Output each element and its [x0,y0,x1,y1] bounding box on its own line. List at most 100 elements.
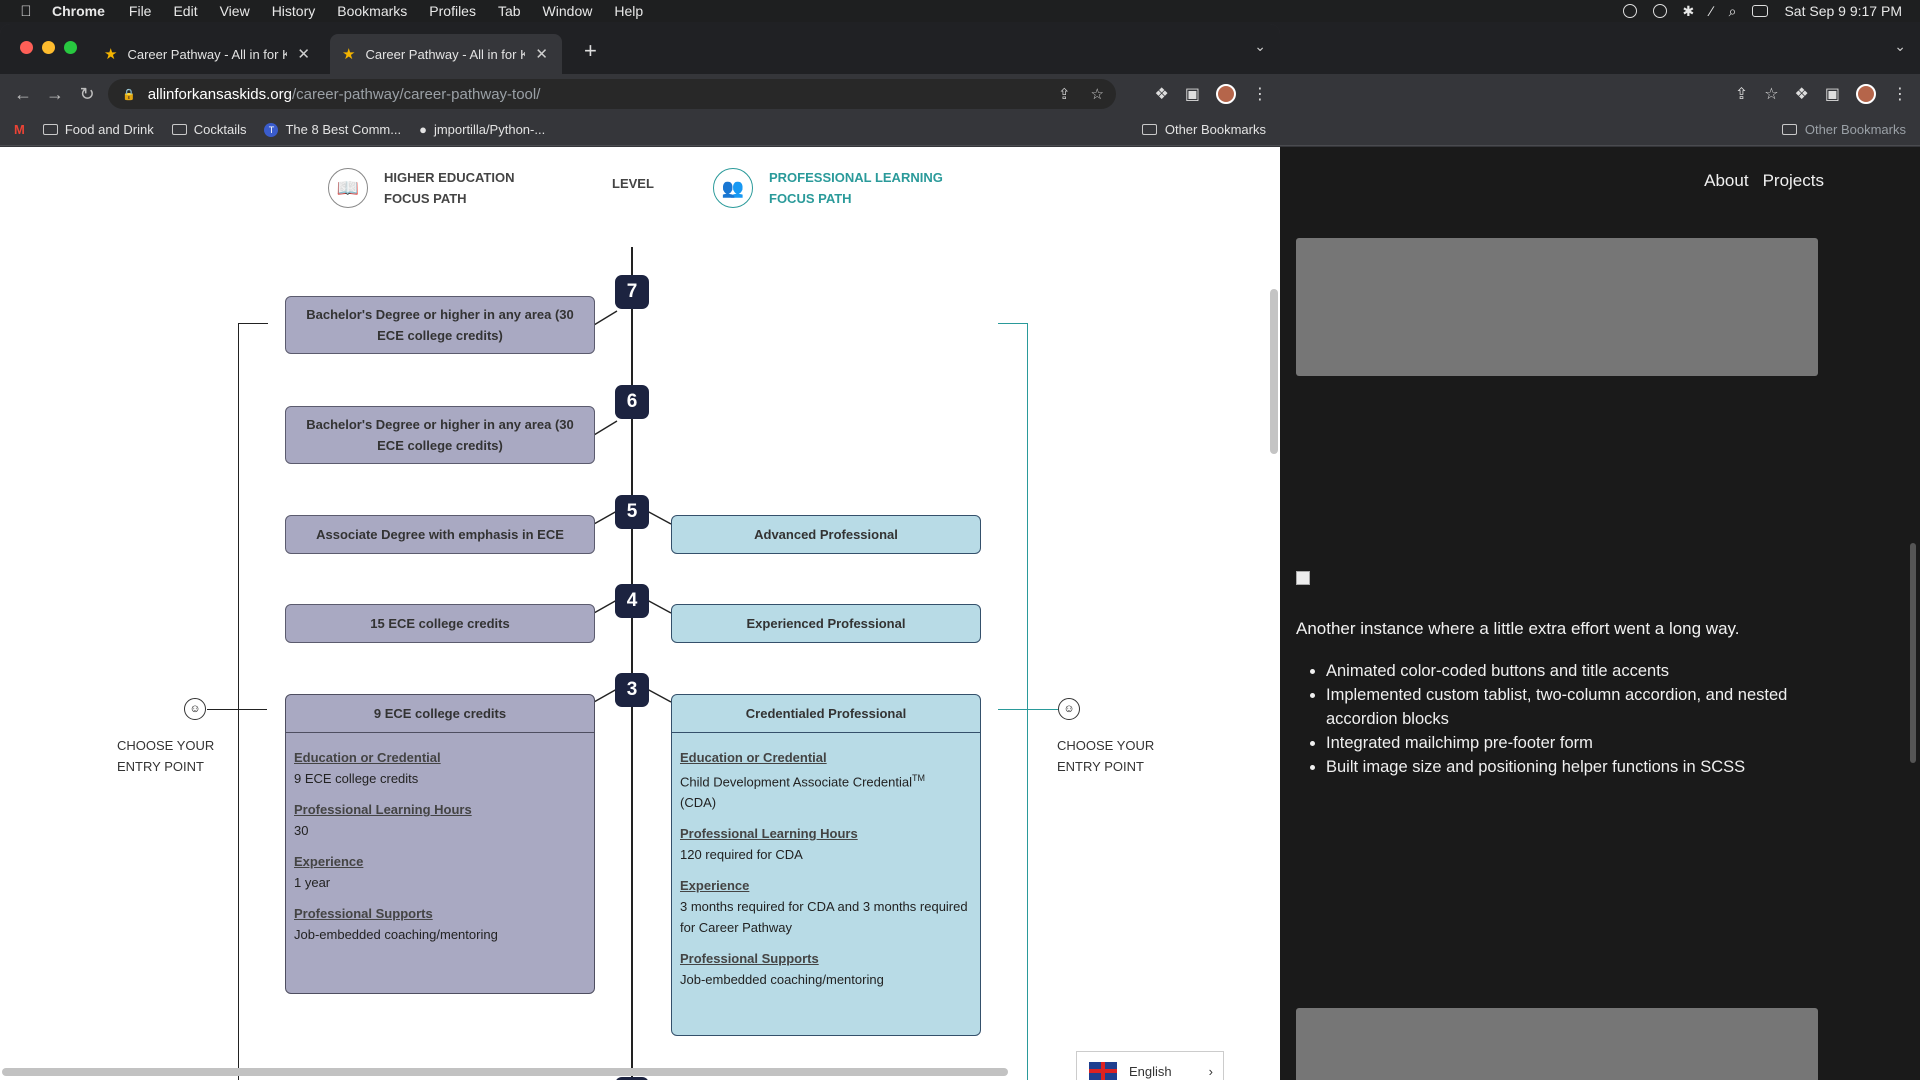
other-bookmarks[interactable]: Other Bookmarks [1141,122,1266,137]
tab-title: Career Pathway - All in for Kan [365,46,526,62]
new-tab-button[interactable]: + [584,38,597,64]
vertical-scrollbar[interactable] [1270,289,1278,454]
credential-abbrev: (CDA) [680,795,717,811]
time-machine-icon[interactable] [1652,4,1667,18]
level-badge-5[interactable]: 5 [615,495,649,529]
profile-avatar[interactable] [1216,84,1236,104]
share-icon[interactable]: ⇪ [1058,85,1071,103]
entry-line-2: ENTRY POINT [117,759,204,774]
close-window-button[interactable] [20,41,33,54]
forward-arrow-icon[interactable]: → [46,84,64,105]
tab-strip-right: ⌄ [1280,24,1920,74]
extensions-puzzle-icon[interactable]: ❖ [1795,84,1809,104]
level-badge-4[interactable]: 4 [615,584,649,618]
menu-edit[interactable]: Edit [173,3,197,19]
supports-value: Job-embedded coaching/mentoring [680,972,884,988]
browser-tab-1[interactable]: ★ Career Pathway - All in for Kan ✕ [92,34,324,74]
list-item: Integrated mailchimp pre-footer form [1326,731,1826,755]
menu-app-name[interactable]: Chrome [52,3,105,19]
close-tab-icon[interactable]: ✕ [535,45,548,63]
other-bookmarks-label: Other Bookmarks [1804,122,1906,137]
kebab-menu-icon[interactable]: ⋮ [1252,84,1268,104]
level-3-education-card[interactable]: 9 ECE college credits Education or Crede… [285,694,595,994]
person-icon: ☺ [1058,698,1080,720]
moon-icon[interactable] [1622,4,1637,18]
menu-help[interactable]: Help [614,3,643,19]
gmail-icon[interactable]: M [14,122,25,137]
menu-tab[interactable]: Tab [498,3,521,19]
nav-projects[interactable]: Projects [1763,171,1824,191]
bookmark-cocktails[interactable]: Cocktails [171,122,246,137]
level-5-professional-box[interactable]: Advanced Professional [671,515,981,554]
language-selector[interactable]: English › [1076,1051,1224,1080]
menu-history[interactable]: History [272,3,316,19]
zoom-window-button[interactable] [64,41,77,54]
browser-toolbar: ← → ↻ 🔒 allinforkansaskids.org /career-p… [0,74,1280,114]
minimize-window-button[interactable] [42,41,55,54]
level-6-education-box[interactable]: Bachelor's Degree or higher in any area … [285,406,595,464]
bookmarks-bar: M Food and Drink Cocktails T The 8 Best C… [0,114,1280,146]
spotlight-search-icon[interactable]: ⌕ [1729,3,1737,20]
side-panel-icon[interactable]: ▣ [1825,84,1840,104]
url-host: allinforkansaskids.org [147,85,292,103]
side-panel-icon[interactable]: ▣ [1185,84,1200,104]
level-4-professional-box[interactable]: Experienced Professional [671,604,981,643]
site-nav: About Projects [1704,171,1824,191]
left-entry-point-label: CHOOSE YOUR ENTRY POINT [117,735,214,777]
bookmark-food-and-drink[interactable]: Food and Drink [42,122,154,137]
close-tab-icon[interactable]: ✕ [297,45,310,63]
card-title: Credentialed Professional [672,695,980,733]
toolbar-actions-right: ⇪ ☆ ❖ ▣ ⋮ [1735,84,1908,104]
bookmark-8-best[interactable]: T The 8 Best Comm... [264,122,401,137]
control-center-icon[interactable] [1752,5,1769,17]
level-badge-6[interactable]: 6 [615,385,649,419]
tab-search-chevron-icon[interactable]: ⌄ [1894,38,1906,55]
wifi-off-icon[interactable]: ∕ [1710,3,1712,19]
language-label: English [1129,1063,1172,1079]
bookmark-star-icon[interactable]: ☆ [1764,84,1778,104]
level-5-education-box[interactable]: Associate Degree with emphasis in ECE [285,515,595,554]
apple-icon[interactable]:  [0,3,52,20]
back-arrow-icon[interactable]: ← [14,84,32,105]
menubar-clock[interactable]: Sat Sep 9 9:17 PM [1784,3,1902,19]
kebab-menu-icon[interactable]: ⋮ [1892,84,1908,104]
tab-strip: ★ Career Pathway - All in for Kan ✕ ★ Ca… [0,24,1280,74]
folder-icon [1781,124,1797,135]
bookmarks-bar-right: Other Bookmarks [1280,114,1920,146]
level-badge-3[interactable]: 3 [615,673,649,707]
address-bar[interactable]: 🔒 allinforkansaskids.org /career-pathway… [108,79,1116,109]
nav-about[interactable]: About [1704,171,1748,191]
entry-line-1: CHOOSE YOUR [1057,738,1155,753]
level-badge-7[interactable]: 7 [615,275,649,309]
supports-value: Job-embedded coaching/mentoring [294,927,498,942]
menu-bookmarks[interactable]: Bookmarks [337,3,407,19]
menu-view[interactable]: View [220,3,250,19]
experience-value: 1 year [294,875,331,890]
entry-line-1: CHOOSE YOUR [117,738,215,753]
menu-profiles[interactable]: Profiles [429,3,476,19]
bluetooth-icon[interactable]: ✱ [1683,3,1695,20]
horizontal-scrollbar[interactable] [2,1068,1008,1076]
share-icon[interactable]: ⇪ [1735,84,1748,104]
extensions-puzzle-icon[interactable]: ❖ [1155,84,1169,104]
vertical-scrollbar[interactable] [1910,543,1916,763]
tab-search-chevron-icon[interactable]: ⌄ [1254,38,1266,55]
macos-menubar:  Chrome File Edit View History Bookmark… [0,0,1920,22]
menu-file[interactable]: File [129,3,152,19]
profile-avatar[interactable] [1856,84,1876,104]
level-4-education-box[interactable]: 15 ECE college credits [285,604,595,643]
toolbar-actions: ❖ ▣ ⋮ [1155,84,1268,104]
reload-icon[interactable]: ↻ [78,84,96,105]
tab-title: Career Pathway - All in for Kan [127,46,288,62]
lock-icon[interactable]: 🔒 [122,88,136,101]
bookmark-label: Food and Drink [64,122,154,137]
level-3-professional-card[interactable]: Credentialed Professional Education or C… [671,694,981,1036]
browser-tab-2[interactable]: ★ Career Pathway - All in for Kan ✕ [330,34,562,74]
folder-icon [42,124,58,135]
other-bookmarks[interactable]: Other Bookmarks [1781,122,1906,137]
level-7-education-box[interactable]: Bachelor's Degree or higher in any area … [285,296,595,354]
image-placeholder-top [1296,238,1818,376]
bookmark-github[interactable]: ● jmportilla/Python-... [419,122,545,137]
menu-window[interactable]: Window [543,3,593,19]
bookmark-star-icon[interactable]: ☆ [1091,85,1104,103]
